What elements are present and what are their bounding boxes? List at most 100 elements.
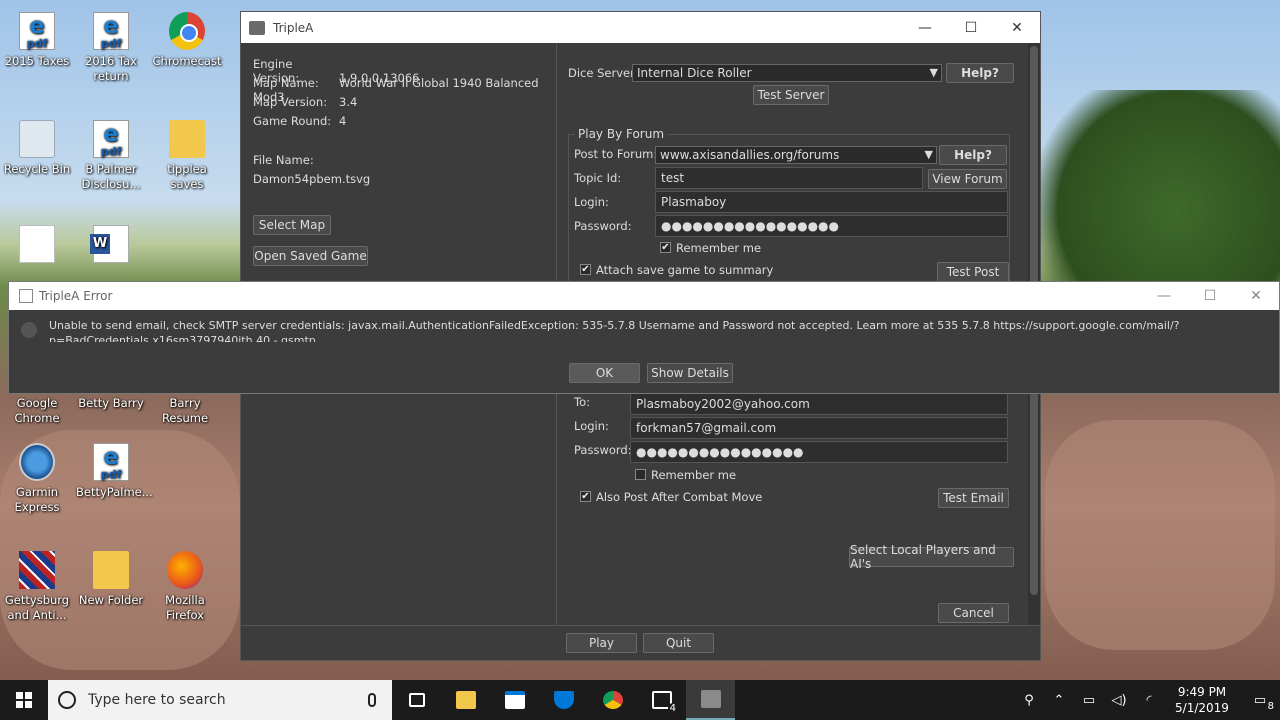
email-to-input[interactable]: Plasmaboy2002@yahoo.com bbox=[630, 393, 1008, 415]
error-icon bbox=[21, 322, 37, 338]
wifi-icon[interactable]: ◜ bbox=[1134, 693, 1164, 708]
taskbar-defender[interactable] bbox=[539, 680, 588, 720]
desktop-icon-2015-taxes[interactable]: e pdf 2015 Taxes bbox=[2, 12, 72, 69]
window-title: TripleA bbox=[273, 20, 314, 35]
search-box[interactable]: Type here to search bbox=[48, 680, 392, 720]
error-dialog: TripleA Error — ☐ ✕ Unable to send email… bbox=[8, 281, 1280, 394]
desktop-icon-betty-barry[interactable]: Betty Barry bbox=[76, 396, 146, 411]
forum-password-label: Password: bbox=[574, 219, 632, 233]
desktop-icon-garmin-express[interactable]: Garmin Express bbox=[2, 443, 72, 515]
desktop-icon-new-folder[interactable]: New Folder bbox=[76, 551, 146, 608]
folder-icon bbox=[93, 551, 129, 589]
desktop-icon-tipplea-saves[interactable]: tipplea saves bbox=[152, 120, 222, 192]
ok-button[interactable]: OK bbox=[569, 363, 640, 383]
quit-button[interactable]: Quit bbox=[643, 633, 714, 653]
triplea-icon bbox=[700, 690, 721, 708]
test-server-button[interactable]: Test Server bbox=[753, 85, 829, 105]
chevron-up-icon[interactable]: ⌃ bbox=[1044, 693, 1074, 708]
microphone-icon[interactable] bbox=[368, 693, 376, 707]
task-view-button[interactable] bbox=[392, 680, 441, 720]
chevron-down-icon: ▼ bbox=[929, 66, 938, 79]
game-round: Game Round: 4 bbox=[253, 114, 347, 128]
bottom-bar: Play Quit bbox=[241, 625, 1040, 660]
email-login-label: Login: bbox=[574, 419, 609, 433]
pdf-icon: e pdf bbox=[93, 120, 129, 158]
open-saved-game-button[interactable]: Open Saved Game bbox=[253, 246, 368, 266]
post-to-forum-select[interactable]: www.axisandallies.org/forums ▼ bbox=[655, 146, 937, 164]
people-icon[interactable]: ⚲ bbox=[1014, 693, 1044, 708]
mail-badge: 4 bbox=[667, 703, 678, 714]
also-post-checkbox[interactable]: ✔ bbox=[580, 491, 591, 502]
file-name-label: File Name: bbox=[253, 153, 314, 167]
view-forum-button[interactable]: View Forum bbox=[928, 169, 1007, 189]
desktop-icon-recycle-bin[interactable]: Recycle Bin bbox=[2, 120, 72, 177]
forum-password-input[interactable]: ●●●●●●●●●●●●●●●●● bbox=[655, 215, 1008, 237]
maximize-icon[interactable]: ☐ bbox=[1187, 281, 1233, 312]
email-remember-checkbox[interactable] bbox=[635, 469, 646, 480]
triplea-app-icon bbox=[249, 20, 265, 35]
volume-icon[interactable]: ◁) bbox=[1104, 693, 1134, 708]
cancel-button[interactable]: Cancel bbox=[938, 603, 1009, 623]
select-map-button[interactable]: Select Map bbox=[253, 215, 331, 235]
desktop-icon-barry-resume[interactable]: Barry Resume bbox=[150, 396, 220, 426]
desktop-icon-bettypalme[interactable]: e pdf BettyPalme... bbox=[76, 443, 153, 500]
email-to-label: To: bbox=[574, 395, 590, 409]
map-version: Map Version: 3.4 bbox=[253, 95, 358, 109]
notification-icon[interactable]: ▭ 8 bbox=[1240, 693, 1280, 712]
java-icon bbox=[19, 289, 33, 303]
chrome-icon bbox=[169, 12, 205, 50]
taskbar-mail[interactable]: 4 bbox=[637, 680, 686, 720]
start-button[interactable] bbox=[0, 680, 48, 720]
test-post-button[interactable]: Test Post bbox=[937, 262, 1009, 282]
forum-login-input[interactable]: Plasmaboy bbox=[655, 191, 1008, 213]
desktop-icon-b-palmer[interactable]: e pdf B Palmer Disclosu... bbox=[76, 120, 146, 192]
chrome-icon bbox=[602, 691, 623, 709]
forum-login-label: Login: bbox=[574, 195, 609, 209]
desktop-icon-document[interactable] bbox=[2, 225, 72, 267]
email-password-label: Password: bbox=[574, 443, 632, 457]
desktop-icon-mozilla-firefox[interactable]: Mozilla Firefox bbox=[150, 551, 220, 623]
store-icon bbox=[504, 691, 525, 709]
task-view-icon bbox=[408, 693, 425, 707]
title-bar: TripleA — ☐ ✕ bbox=[241, 12, 1040, 43]
forum-help-button[interactable]: Help? bbox=[939, 145, 1007, 165]
dice-server-select[interactable]: Internal Dice Roller ▼ bbox=[632, 64, 942, 82]
taskbar-chrome[interactable] bbox=[588, 680, 637, 720]
desktop-icon-word-doc[interactable] bbox=[76, 225, 146, 267]
close-icon[interactable]: ✕ bbox=[994, 12, 1040, 43]
clock[interactable]: 9:49 PM 5/1/2019 bbox=[1164, 684, 1240, 716]
email-password-input[interactable]: ●●●●●●●●●●●●●●●● bbox=[630, 441, 1008, 463]
show-details-button[interactable]: Show Details bbox=[647, 363, 733, 383]
background-trees bbox=[1020, 90, 1280, 290]
post-to-forum-label: Post to Forum: bbox=[574, 147, 658, 161]
desktop-icon-gettysburg[interactable]: Gettysburg and Anti... bbox=[2, 551, 72, 623]
attach-save-checkbox[interactable]: ✔ bbox=[580, 264, 591, 275]
play-button[interactable]: Play bbox=[566, 633, 637, 653]
windows-icon bbox=[16, 692, 32, 708]
maximize-icon[interactable]: ☐ bbox=[948, 12, 994, 43]
forum-remember-checkbox[interactable]: ✔ bbox=[660, 242, 671, 253]
background-rock bbox=[1045, 420, 1275, 650]
taskbar-file-explorer[interactable] bbox=[441, 680, 490, 720]
test-email-button[interactable]: Test Email bbox=[938, 488, 1009, 508]
taskbar-store[interactable] bbox=[490, 680, 539, 720]
taskbar-triplea[interactable] bbox=[686, 680, 735, 720]
desktop-icon-google-chrome[interactable]: Google Chrome bbox=[2, 396, 72, 426]
word-icon bbox=[90, 225, 129, 263]
close-icon[interactable]: ✕ bbox=[1233, 281, 1279, 312]
flag-icon bbox=[19, 551, 55, 589]
email-login-input[interactable]: forkman57@gmail.com bbox=[630, 417, 1008, 439]
minimize-icon[interactable]: — bbox=[1141, 281, 1187, 312]
minimize-icon[interactable]: — bbox=[902, 12, 948, 43]
desktop-icon-2016-tax-return[interactable]: e pdf 2016 Tax return bbox=[76, 12, 146, 84]
forum-remember-label: Remember me bbox=[676, 241, 762, 255]
attach-save-label: Attach save game to summary bbox=[596, 263, 774, 277]
system-tray: ⚲ ⌃ ▭ ◁) ◜ 9:49 PM 5/1/2019 ▭ 8 bbox=[1014, 680, 1280, 720]
dice-help-button[interactable]: Help? bbox=[946, 63, 1014, 83]
desktop-icon-chromecast[interactable]: Chromecast bbox=[152, 12, 222, 69]
battery-icon[interactable]: ▭ bbox=[1074, 693, 1104, 708]
email-remember-label: Remember me bbox=[651, 468, 737, 482]
file-name-value: Damon54pbem.tsvg bbox=[253, 172, 371, 186]
select-local-players-button[interactable]: Select Local Players and AI's bbox=[849, 543, 1014, 571]
topic-id-input[interactable]: test bbox=[655, 167, 923, 189]
